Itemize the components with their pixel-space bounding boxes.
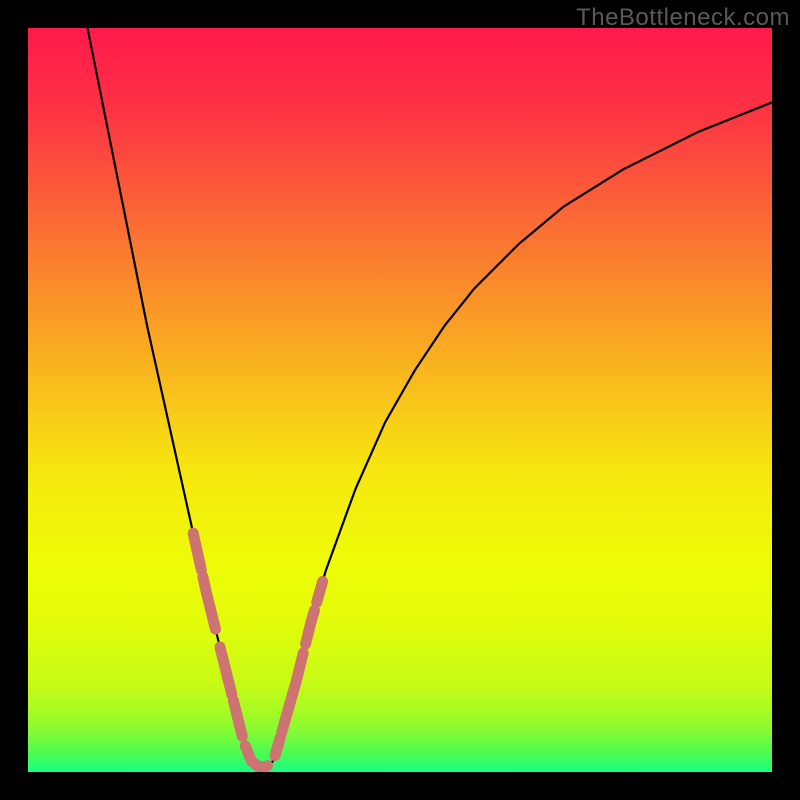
- highlight-segment: [306, 610, 315, 644]
- highlight-segment: [275, 737, 280, 755]
- highlight-segment: [292, 653, 303, 696]
- highlight-markers: [193, 533, 322, 767]
- chart-root: TheBottleneck.com: [0, 0, 800, 800]
- highlight-segment: [282, 698, 292, 732]
- watermark-text: TheBottleneck.com: [576, 4, 790, 32]
- bottleneck-curve: [88, 28, 772, 767]
- highlight-segment: [245, 746, 267, 767]
- highlight-segment: [203, 577, 216, 629]
- highlight-segment: [317, 582, 323, 603]
- curve-layer: [28, 28, 772, 772]
- highlight-segment: [233, 701, 242, 737]
- highlight-segment: [193, 533, 201, 570]
- plot-area: [28, 28, 772, 772]
- highlight-segment: [220, 647, 232, 695]
